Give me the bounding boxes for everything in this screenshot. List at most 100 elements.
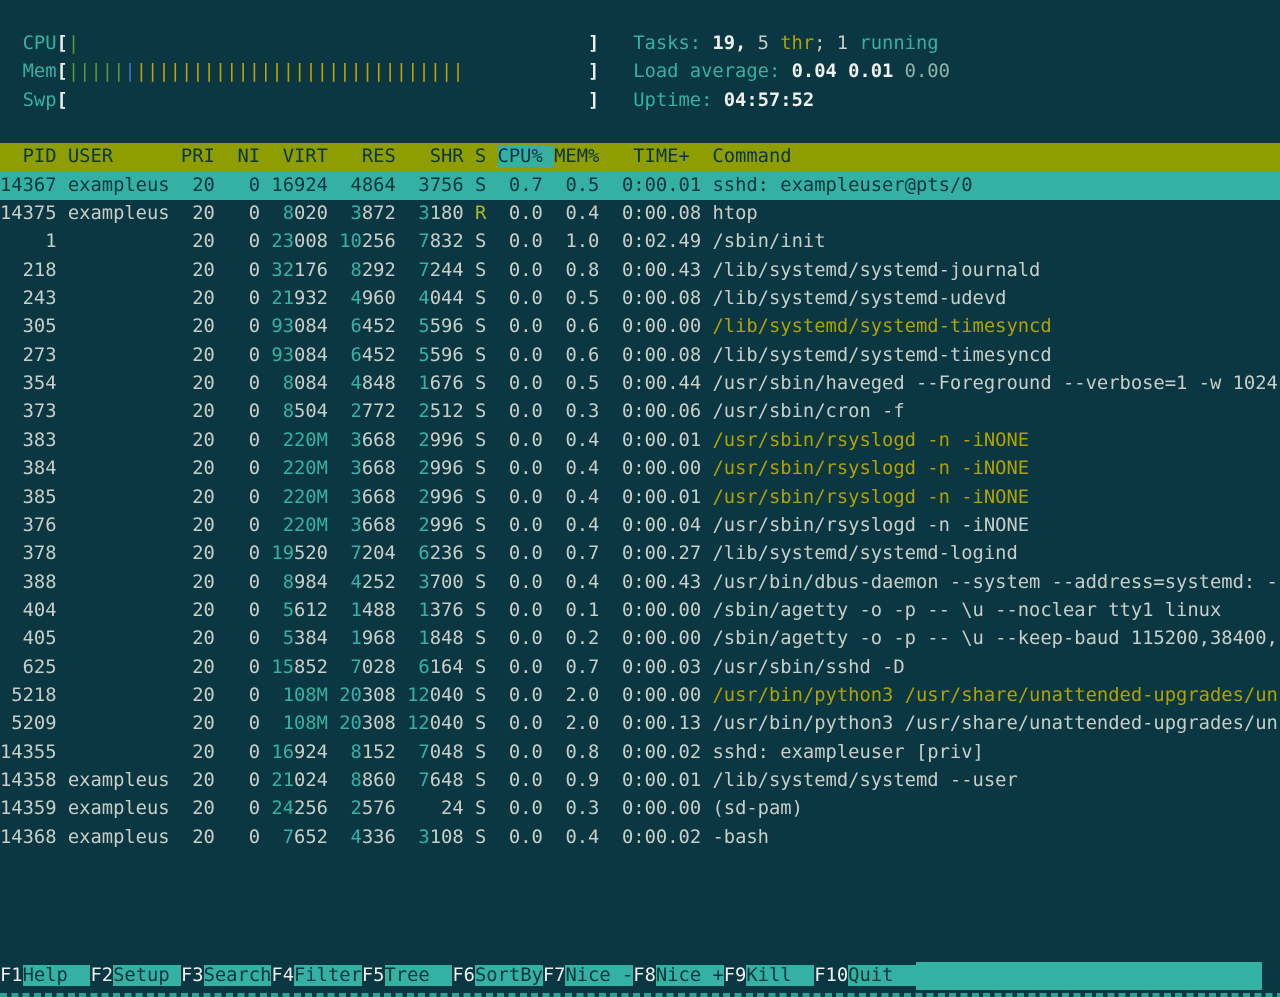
- cell-command: /usr/sbin/cron -f: [712, 401, 904, 422]
- cell-mem: 0.4: [554, 515, 611, 536]
- cell-mem: 0.4: [554, 827, 611, 848]
- cell-time: 0:00.02: [611, 827, 713, 848]
- table-row[interactable]: 376 20 0 220M 3668 2996 S 0.0 0.4 0:00.0…: [0, 512, 1280, 540]
- cell-command: /usr/sbin/rsyslogd -n -iNONE: [712, 487, 1029, 508]
- cell-time: 0:00.00: [611, 458, 713, 479]
- cell-user: [68, 713, 181, 734]
- load-average-stats: Load average: 0.04 0.01 0.00: [633, 61, 950, 82]
- table-row[interactable]: 5218 20 0 108M 20308 12040 S 0.0 2.0 0:0…: [0, 682, 1280, 710]
- table-row[interactable]: 243 20 0 21932 4960 4044 S 0.0 0.5 0:00.…: [0, 285, 1280, 313]
- fkey-f1[interactable]: F1Help: [0, 962, 90, 990]
- cell-cpu: 0.0: [498, 770, 555, 791]
- table-row[interactable]: 305 20 0 93084 6452 5596 S 0.0 0.6 0:00.…: [0, 313, 1280, 341]
- table-row[interactable]: 14375 exampleus 20 0 8020 3872 3180 R 0.…: [0, 200, 1280, 228]
- cell-pid: 383: [0, 430, 68, 451]
- cell-user: [68, 487, 181, 508]
- cell-ni: 0: [226, 657, 271, 678]
- fkey-f5[interactable]: F5Tree: [362, 962, 452, 990]
- column-header-cpu[interactable]: CPU%: [498, 146, 555, 167]
- table-row[interactable]: 14367 exampleus 20 0 16924 4864 3756 S 0…: [0, 172, 1280, 200]
- cell-ni: 0: [226, 628, 271, 649]
- fkey-f9[interactable]: F9Kill: [724, 962, 814, 990]
- table-row[interactable]: 354 20 0 8084 4848 1676 S 0.0 0.5 0:00.4…: [0, 370, 1280, 398]
- table-row[interactable]: 14359 exampleus 20 0 24256 2576 24 S 0.0…: [0, 795, 1280, 823]
- cell-pid: 218: [0, 260, 68, 281]
- table-row[interactable]: 5209 20 0 108M 20308 12040 S 0.0 2.0 0:0…: [0, 710, 1280, 738]
- cell-cpu: 0.0: [498, 487, 555, 508]
- artifact-marks: [0, 993, 1280, 997]
- cell-user: exampleus: [68, 175, 181, 196]
- table-row[interactable]: 14358 exampleus 20 0 21024 8860 7648 S 0…: [0, 767, 1280, 795]
- table-row[interactable]: 625 20 0 15852 7028 6164 S 0.0 0.7 0:00.…: [0, 654, 1280, 682]
- cell-ni: 0: [226, 288, 271, 309]
- column-header-user[interactable]: USER: [68, 146, 181, 167]
- column-header-time[interactable]: TIME+: [611, 146, 713, 167]
- cell-user: [68, 515, 181, 536]
- cell-pri: 20: [181, 515, 226, 536]
- column-header-ni[interactable]: NI: [226, 146, 271, 167]
- column-header-s[interactable]: S: [475, 146, 498, 167]
- cell-state: S: [475, 742, 498, 763]
- column-header-command[interactable]: Command: [712, 146, 791, 167]
- fkey-f7[interactable]: F7Nice -: [543, 962, 633, 990]
- fkey-f4[interactable]: F4Filter: [271, 962, 361, 990]
- fkey-f3[interactable]: F3Search: [181, 962, 271, 990]
- fkey-action-label: Nice +: [656, 965, 724, 986]
- fkey-action-label: Setup: [113, 965, 181, 986]
- cell-pid: 14375: [0, 203, 68, 224]
- cell-time: 0:00.01: [611, 770, 713, 791]
- table-row[interactable]: 14355 20 0 16924 8152 7048 S 0.0 0.8 0:0…: [0, 739, 1280, 767]
- cell-pid: 14368: [0, 827, 68, 848]
- column-header-virt[interactable]: VIRT: [271, 146, 339, 167]
- cell-pri: 20: [181, 231, 226, 252]
- table-row[interactable]: 388 20 0 8984 4252 3700 S 0.0 0.4 0:00.4…: [0, 569, 1280, 597]
- cell-user: [68, 345, 181, 366]
- cell-ni: 0: [226, 713, 271, 734]
- cell-command: /usr/bin/dbus-daemon --system --address=…: [712, 572, 1277, 593]
- table-row[interactable]: 405 20 0 5384 1968 1848 S 0.0 0.2 0:00.0…: [0, 625, 1280, 653]
- table-row[interactable]: 385 20 0 220M 3668 2996 S 0.0 0.4 0:00.0…: [0, 484, 1280, 512]
- fkey-number: F6: [452, 965, 475, 986]
- cell-user: [68, 373, 181, 394]
- cell-state: S: [475, 657, 498, 678]
- column-header-pri[interactable]: PRI: [181, 146, 226, 167]
- cell-pid: 354: [0, 373, 68, 394]
- cell-ni: 0: [226, 685, 271, 706]
- fkey-f2[interactable]: F2Setup: [90, 962, 180, 990]
- column-header-pid[interactable]: PID: [0, 146, 68, 167]
- table-row[interactable]: 384 20 0 220M 3668 2996 S 0.0 0.4 0:00.0…: [0, 455, 1280, 483]
- fkey-number: F1: [0, 965, 23, 986]
- column-header-res[interactable]: RES: [339, 146, 407, 167]
- cell-pid: 404: [0, 600, 68, 621]
- table-row[interactable]: 404 20 0 5612 1488 1376 S 0.0 0.1 0:00.0…: [0, 597, 1280, 625]
- column-header-mem[interactable]: MEM%: [554, 146, 611, 167]
- fkey-f10[interactable]: F10Quit: [814, 962, 916, 990]
- cell-ni: 0: [226, 572, 271, 593]
- cell-pri: 20: [181, 713, 226, 734]
- fkey-f8[interactable]: F8Nice +: [633, 962, 723, 990]
- table-row[interactable]: 218 20 0 32176 8292 7244 S 0.0 0.8 0:00.…: [0, 257, 1280, 285]
- cell-state: S: [475, 798, 498, 819]
- cell-state: S: [475, 628, 498, 649]
- cell-user: exampleus: [68, 827, 181, 848]
- cell-cpu: 0.0: [498, 458, 555, 479]
- cell-pri: 20: [181, 543, 226, 564]
- column-header-shr[interactable]: SHR: [407, 146, 475, 167]
- table-row[interactable]: 383 20 0 220M 3668 2996 S 0.0 0.4 0:00.0…: [0, 427, 1280, 455]
- table-row[interactable]: 14368 exampleus 20 0 7652 4336 3108 S 0.…: [0, 824, 1280, 852]
- cell-command: /usr/sbin/rsyslogd -n -iNONE: [712, 515, 1029, 536]
- cell-pri: 20: [181, 458, 226, 479]
- fkey-f6[interactable]: F6SortBy: [452, 962, 542, 990]
- cell-state: S: [475, 543, 498, 564]
- cell-mem: 0.4: [554, 203, 611, 224]
- cell-ni: 0: [226, 742, 271, 763]
- table-row[interactable]: 1 20 0 23008 10256 7832 S 0.0 1.0 0:02.4…: [0, 228, 1280, 256]
- cell-cpu: 0.0: [498, 742, 555, 763]
- cell-pri: 20: [181, 487, 226, 508]
- cell-mem: 0.4: [554, 487, 611, 508]
- table-row[interactable]: 373 20 0 8504 2772 2512 S 0.0 0.3 0:00.0…: [0, 398, 1280, 426]
- table-row[interactable]: 378 20 0 19520 7204 6236 S 0.0 0.7 0:00.…: [0, 540, 1280, 568]
- cell-pri: 20: [181, 600, 226, 621]
- table-row[interactable]: 273 20 0 93084 6452 5596 S 0.0 0.6 0:00.…: [0, 342, 1280, 370]
- process-table: 14367 exampleus 20 0 16924 4864 3756 S 0…: [0, 172, 1280, 852]
